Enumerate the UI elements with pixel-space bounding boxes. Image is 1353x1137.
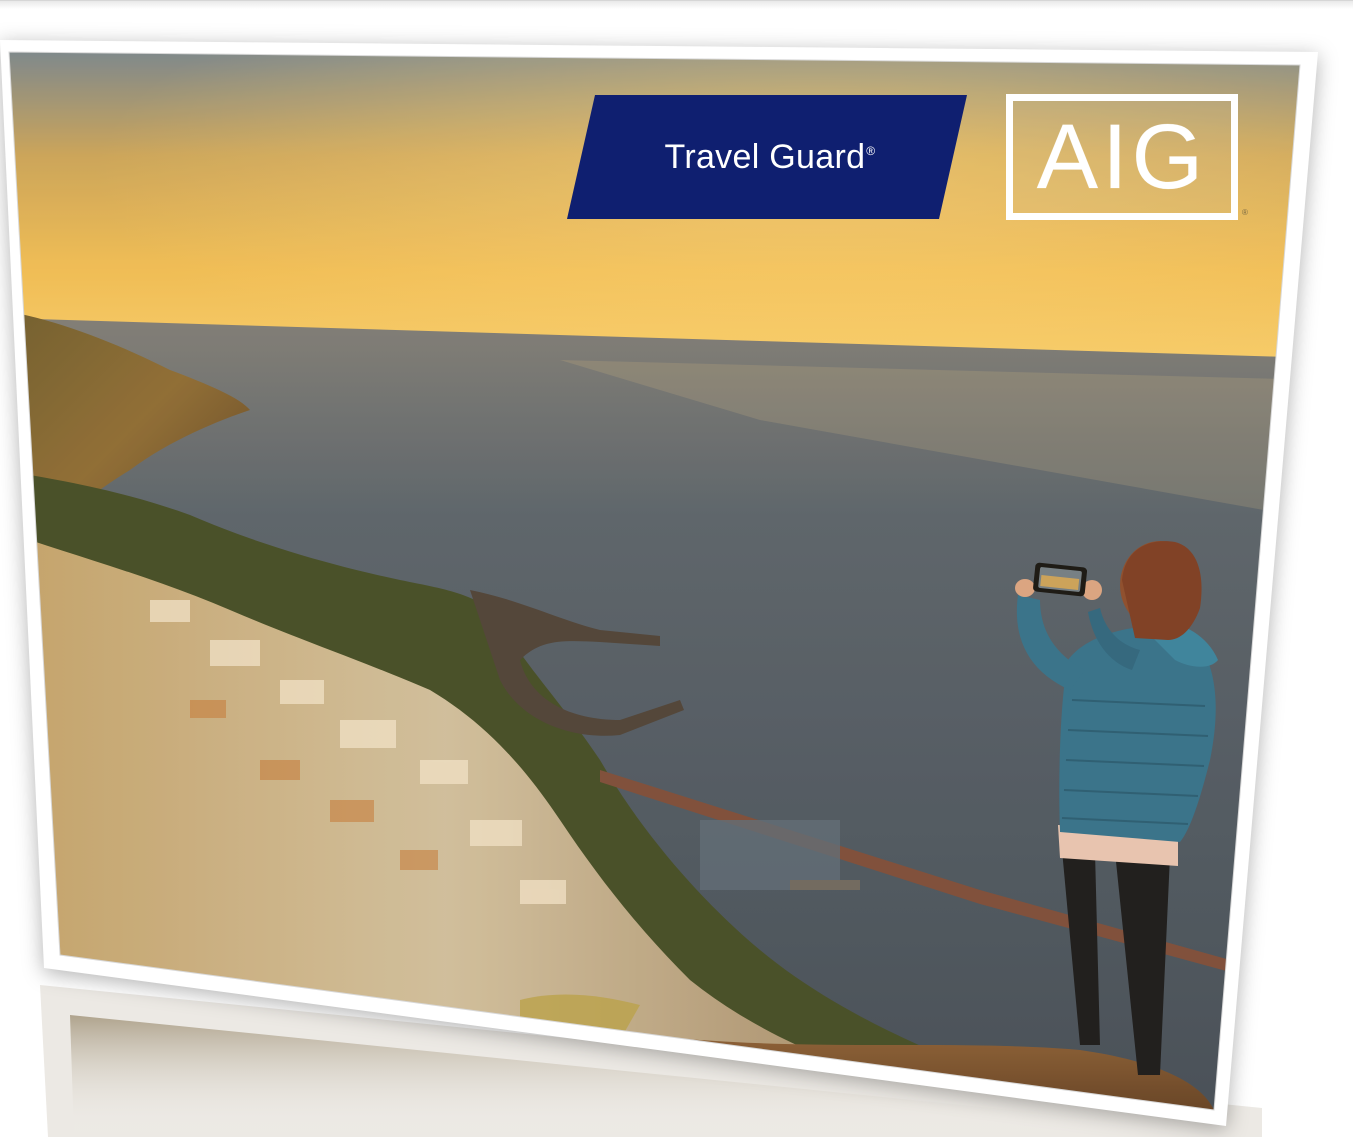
brochure-cover: Travel Guard® AIG ®	[0, 0, 1353, 1137]
aig-registered-mark: ®	[1242, 208, 1248, 217]
registered-mark: ®	[866, 144, 876, 159]
travel-guard-logo-text: Travel Guard®	[664, 137, 876, 176]
aig-logo-text: AIG	[1036, 106, 1208, 208]
aig-logo: AIG	[1006, 94, 1238, 220]
travel-guard-badge: Travel Guard®	[567, 95, 967, 219]
